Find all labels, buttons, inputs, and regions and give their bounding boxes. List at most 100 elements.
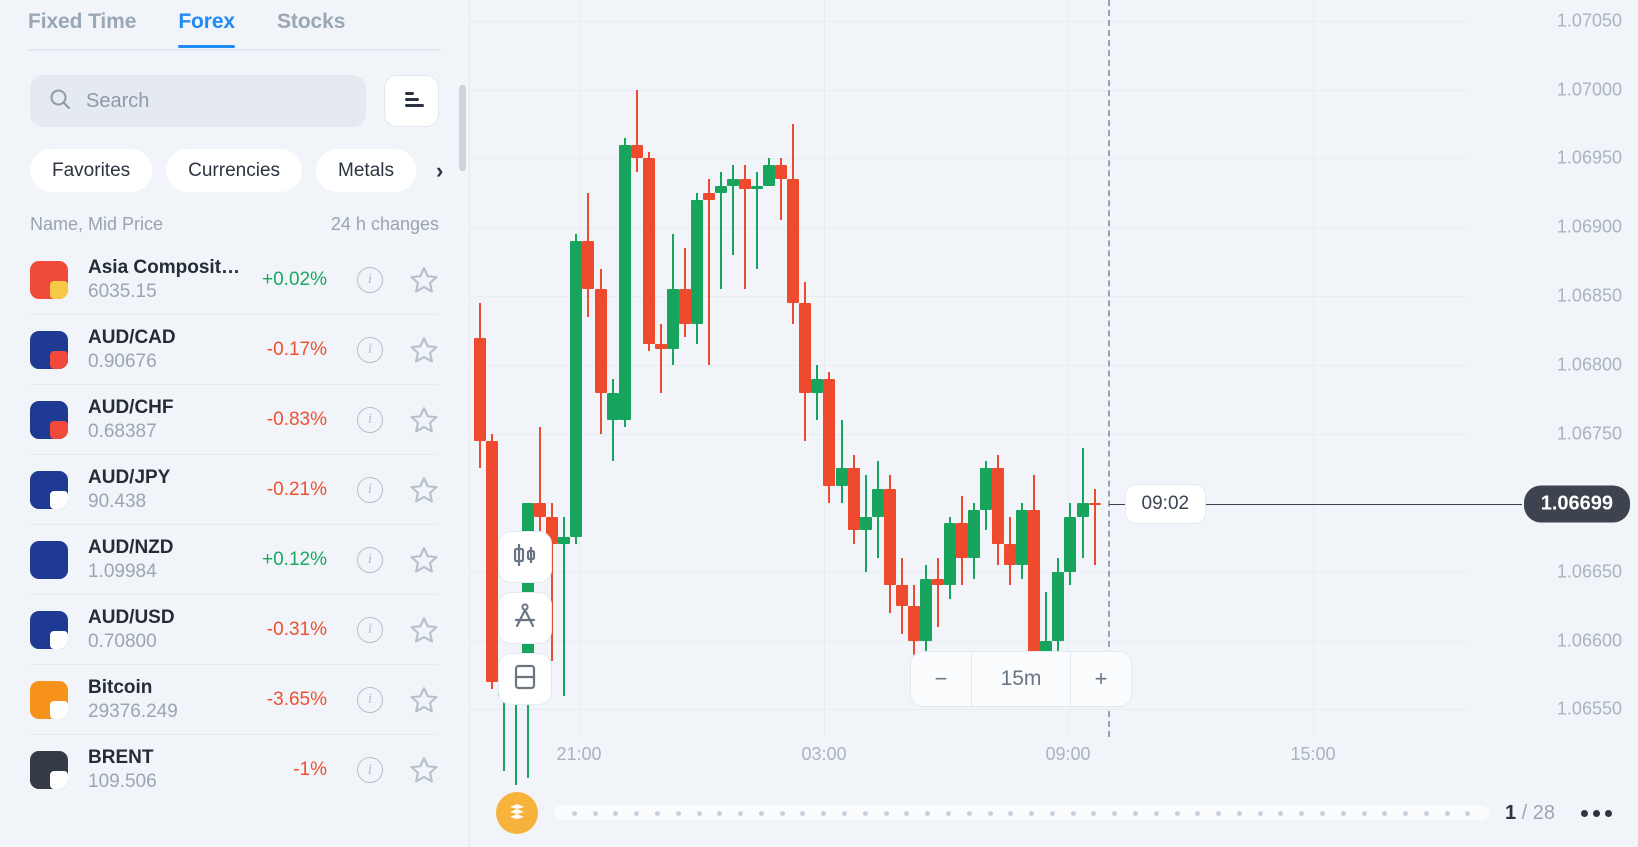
scrubber-dot bbox=[1444, 810, 1450, 816]
asset-info-button[interactable]: i bbox=[357, 266, 383, 293]
candle-body bbox=[943, 523, 956, 586]
favorite-star-button[interactable] bbox=[409, 615, 439, 645]
timeframe-decrease-button[interactable]: − bbox=[910, 651, 972, 707]
candle-body bbox=[582, 241, 595, 290]
favorite-star-button[interactable] bbox=[409, 335, 439, 365]
candle-wick bbox=[816, 365, 819, 421]
asset-row[interactable]: Bitcoin 29376.249 -3.65% i bbox=[30, 665, 439, 735]
indicators-button[interactable] bbox=[498, 653, 552, 705]
chip-metals[interactable]: Metals bbox=[316, 149, 416, 192]
asset-row[interactable]: Asia Composite In...6035.15 +0.02% i bbox=[30, 245, 439, 315]
candle-body bbox=[570, 241, 583, 538]
tab-stocks[interactable]: Stocks bbox=[277, 0, 345, 48]
timeframe-value[interactable]: 15m bbox=[972, 651, 1070, 707]
tab-forex[interactable]: Forex bbox=[178, 0, 235, 48]
sort-icon bbox=[399, 89, 425, 114]
scrubber-dot bbox=[1049, 810, 1055, 816]
y-axis-tick-label: 1.06850 bbox=[1556, 285, 1622, 306]
candle-body bbox=[775, 165, 788, 180]
search-input[interactable] bbox=[86, 89, 348, 113]
scrubber-dot bbox=[945, 810, 951, 816]
scrubber-dot bbox=[1216, 810, 1222, 816]
candle-body bbox=[1004, 544, 1017, 565]
candle-body bbox=[1016, 509, 1029, 565]
page-total: 28 bbox=[1532, 801, 1555, 824]
scrubber-dot bbox=[1257, 810, 1263, 816]
asset-info-button[interactable]: i bbox=[357, 757, 383, 783]
asset-row[interactable]: AUD/CHF 0.68387 -0.83% i bbox=[30, 385, 439, 455]
y-axis-tick-label: 1.06550 bbox=[1556, 698, 1622, 719]
drawing-tools-button[interactable] bbox=[498, 592, 552, 644]
scrubber-dot bbox=[1091, 810, 1097, 816]
scrubber-dot bbox=[800, 810, 806, 816]
brand-logo-icon bbox=[506, 800, 528, 827]
candle-body bbox=[630, 144, 643, 159]
candle-body bbox=[907, 606, 920, 641]
scrubber-dot bbox=[1132, 810, 1138, 816]
compass-icon bbox=[511, 602, 539, 635]
asset-row[interactable]: AUD/USD 0.70800 -0.31% i bbox=[30, 595, 439, 665]
favorite-star-button[interactable] bbox=[409, 405, 439, 435]
list-header-left: Name, Mid Price bbox=[30, 214, 164, 234]
flag-aud-usd bbox=[30, 610, 68, 649]
chip-currencies[interactable]: Currencies bbox=[166, 149, 303, 192]
favorite-star-button[interactable] bbox=[409, 755, 439, 785]
chevron-right-icon[interactable]: › bbox=[436, 159, 443, 182]
asset-info-button[interactable]: i bbox=[357, 336, 383, 363]
asset-row[interactable]: AUD/JPY 90.438 -0.21% i bbox=[30, 455, 439, 525]
flag-asean bbox=[30, 260, 68, 299]
candle-wick bbox=[936, 557, 939, 627]
list-header: Name, Mid Price 24 h changes bbox=[0, 192, 469, 245]
candle-body bbox=[992, 468, 1005, 545]
timeframe-increase-button[interactable]: + bbox=[1070, 651, 1132, 707]
scrubber-dot bbox=[987, 810, 993, 816]
asset-change: -3.65% bbox=[266, 688, 327, 710]
scrubber-dot bbox=[779, 810, 785, 816]
candle-body bbox=[1028, 509, 1041, 655]
scrubber-dot bbox=[1174, 810, 1180, 816]
flag-aud-chf bbox=[30, 400, 68, 439]
asset-info: AUD/CAD 0.90676 bbox=[88, 327, 241, 373]
search-row bbox=[0, 51, 469, 127]
x-axis-tick-label: 21:00 bbox=[556, 744, 602, 764]
favorite-star-button[interactable] bbox=[409, 475, 439, 505]
tab-fixed-time[interactable]: Fixed Time bbox=[28, 0, 136, 48]
candlestick-type-button[interactable] bbox=[498, 531, 552, 583]
page-current: 1 bbox=[1504, 801, 1517, 824]
sidebar-scrollbar[interactable] bbox=[459, 85, 466, 171]
asset-row[interactable]: AUD/CAD 0.90676 -0.17% i bbox=[30, 315, 439, 385]
price-chart[interactable]: 09:02 1.06699 1.07050 1.07000 1.06950 1.069… bbox=[470, 0, 1638, 847]
asset-info: AUD/USD 0.70800 bbox=[88, 607, 241, 653]
asset-info-button[interactable]: i bbox=[357, 686, 383, 713]
more-dots-icon[interactable] bbox=[1581, 809, 1612, 817]
favorite-star-button[interactable] bbox=[409, 545, 439, 575]
favorite-star-button[interactable] bbox=[409, 265, 439, 295]
trading-app: Fixed Time Forex Stocks Search Favorites… bbox=[0, 0, 1638, 847]
sort-filter-button[interactable] bbox=[384, 75, 439, 127]
brand-logo-button[interactable] bbox=[496, 792, 538, 834]
asset-info: AUD/NZD 1.09984 bbox=[88, 537, 241, 583]
asset-price: 109.506 bbox=[88, 771, 157, 792]
candle-body bbox=[919, 578, 932, 641]
asset-info-button[interactable]: i bbox=[357, 616, 383, 643]
asset-price: 90.438 bbox=[88, 490, 147, 512]
candle-wick bbox=[840, 420, 843, 503]
favorite-star-button[interactable] bbox=[409, 685, 439, 715]
asset-name: BRENT bbox=[88, 747, 154, 768]
asset-row[interactable]: BRENT 109.506 -1% i bbox=[30, 735, 439, 805]
asset-row[interactable]: AUD/NZD 1.09984 +0.12% i bbox=[30, 525, 439, 595]
asset-info-button[interactable]: i bbox=[357, 406, 383, 433]
candle-body bbox=[558, 537, 571, 545]
search-box[interactable] bbox=[30, 75, 366, 127]
crosshair-time-label: 09:02 bbox=[1124, 484, 1207, 525]
asset-info-button[interactable]: i bbox=[357, 546, 383, 573]
asset-change: -0.21% bbox=[266, 478, 327, 500]
asset-info: Bitcoin 29376.249 bbox=[88, 677, 241, 723]
candle-body bbox=[1052, 571, 1065, 641]
chip-favorites[interactable]: Favorites bbox=[30, 149, 153, 192]
asset-price: 6035.15 bbox=[88, 280, 157, 302]
candle-body bbox=[1088, 502, 1101, 506]
y-axis-tick-label: 1.07000 bbox=[1556, 79, 1622, 100]
timeline-scrubber[interactable] bbox=[554, 806, 1489, 820]
asset-info-button[interactable]: i bbox=[357, 476, 383, 503]
